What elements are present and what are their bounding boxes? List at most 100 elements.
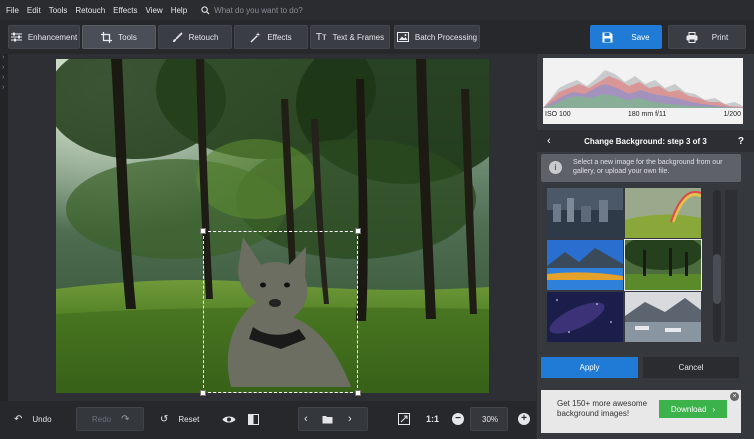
compare-icon <box>248 413 259 425</box>
lens-value: 180 mm f/11 <box>627 111 667 118</box>
download-label: Download <box>670 404 707 414</box>
gallery-thumb-forest-selected[interactable] <box>624 239 702 291</box>
gallery-scrollbar-thumb[interactable] <box>713 254 721 304</box>
gallery-thumb-lake[interactable] <box>547 240 623 290</box>
promo-banner: Get 150+ more awesome background images!… <box>541 390 741 433</box>
redo-button[interactable]: Redo ↷ <box>92 407 130 431</box>
tab-enhancement[interactable]: Enhancement <box>8 25 80 49</box>
resize-handle[interactable] <box>200 228 206 234</box>
folder-icon <box>322 415 333 423</box>
left-collapse-strip[interactable]: › › › › <box>0 54 8 401</box>
actual-size-label: 1:1 <box>426 414 440 424</box>
printer-icon <box>686 31 698 43</box>
print-button[interactable]: Print <box>668 25 746 49</box>
tab-effects-label: Effects <box>267 32 292 42</box>
actual-size-button[interactable]: 1:1 <box>426 407 439 431</box>
tab-batch-processing-label: Batch Processing <box>414 32 478 42</box>
menu-edit[interactable]: Edit <box>27 6 41 15</box>
step-header: ‹ Change Background: step 3 of 3 ? <box>537 130 754 152</box>
undo-icon: ↶ <box>14 413 23 425</box>
menu-effects[interactable]: Effects <box>113 6 137 15</box>
tab-effects[interactable]: Effects <box>234 25 308 49</box>
next-image-button[interactable]: › <box>348 407 352 431</box>
preview-button[interactable] <box>222 407 236 431</box>
menu-retouch[interactable]: Retouch <box>75 6 105 15</box>
menu-tools[interactable]: Tools <box>49 6 68 15</box>
zoom-value: 30% <box>482 407 498 431</box>
undo-button[interactable]: ↶ Undo <box>14 407 52 431</box>
zoom-in-button[interactable]: + <box>518 407 530 431</box>
tab-enhancement-label: Enhancement <box>27 32 78 42</box>
chevron-right-icon: › <box>2 74 5 81</box>
tab-retouch[interactable]: Retouch <box>158 25 232 49</box>
apply-button[interactable]: Apply <box>541 357 638 378</box>
eye-icon <box>222 416 236 422</box>
tab-text-frames[interactable]: Tт Text & Frames <box>310 25 390 49</box>
bottom-bar: ↶ Undo Redo ↷ ↺ Reset ‹ › 1:1 − 30% + <box>0 401 536 439</box>
tab-text-frames-label: Text & Frames <box>332 32 385 42</box>
hint-box: i Select a new image for the background … <box>541 154 741 182</box>
chevron-right-icon: › <box>712 404 716 414</box>
gallery-thumb-city[interactable] <box>547 188 623 238</box>
search-icon <box>201 5 210 15</box>
chevron-right-icon: › <box>2 64 5 71</box>
minus-circle-icon: − <box>452 413 464 425</box>
redo-label: Redo <box>92 414 112 424</box>
promo-text: Get 150+ more awesome background images! <box>557 399 648 418</box>
exif-info: ISO 100 180 mm f/11 1/200 <box>545 111 741 118</box>
background-gallery <box>547 188 705 346</box>
chevron-right-icon: › <box>348 413 352 425</box>
menu-file[interactable]: File <box>6 6 19 15</box>
right-panel: ISO 100 180 mm f/11 1/200 ‹ Change Backg… <box>537 54 754 439</box>
save-label: Save <box>631 32 650 42</box>
selection-frame[interactable] <box>203 231 358 393</box>
shutter-value: 1/200 <box>723 111 741 118</box>
chevron-right-icon: › <box>2 54 5 61</box>
zoom-value-label: 30% <box>482 414 499 424</box>
main-toolbar: Enhancement Tools Retouch Effects Tт Tex… <box>0 20 754 54</box>
resize-handle[interactable] <box>200 390 206 396</box>
reset-button[interactable]: ↺ Reset <box>160 407 199 431</box>
open-folder-button[interactable] <box>322 407 333 431</box>
search-placeholder: What do you want to do? <box>214 5 303 15</box>
previous-image-button[interactable]: ‹ <box>304 407 308 431</box>
zoom-out-button[interactable]: − <box>452 407 464 431</box>
resize-handle[interactable] <box>355 228 361 234</box>
help-button[interactable]: ? <box>738 136 744 147</box>
tab-tools-label: Tools <box>118 32 137 42</box>
save-button[interactable]: Save <box>590 25 662 49</box>
cancel-button[interactable]: Cancel <box>643 357 739 378</box>
gallery-thumb-harbor[interactable] <box>625 292 701 342</box>
chevron-left-icon: ‹ <box>304 413 308 425</box>
plus-circle-icon: + <box>518 413 530 425</box>
download-button[interactable]: Download › <box>659 400 727 418</box>
step-title: Change Background: step 3 of 3 <box>584 136 707 146</box>
tab-batch-processing[interactable]: Batch Processing <box>394 25 480 49</box>
info-icon: i <box>549 161 562 174</box>
crop-icon <box>101 31 113 43</box>
tab-tools[interactable]: Tools <box>82 25 156 49</box>
close-icon[interactable]: × <box>730 392 739 401</box>
images-icon <box>396 32 409 42</box>
menu-view[interactable]: View <box>145 6 162 15</box>
print-label: Print <box>711 32 729 42</box>
fit-to-screen-button[interactable] <box>398 407 410 431</box>
navigation-group <box>298 407 368 431</box>
resize-handle[interactable] <box>355 390 361 396</box>
menu-help[interactable]: Help <box>171 6 187 15</box>
gallery-thumb-night-sky[interactable] <box>547 292 623 342</box>
compare-button[interactable] <box>248 407 259 431</box>
brush-icon <box>172 31 183 42</box>
gallery-thumb-rainbow[interactable] <box>625 188 701 238</box>
iso-value: ISO 100 <box>545 111 571 118</box>
hint-text: Select a new image for the background fr… <box>573 159 723 175</box>
redo-icon: ↷ <box>121 413 130 425</box>
expand-icon <box>398 413 410 425</box>
sliders-icon <box>10 32 22 42</box>
undo-label: Undo <box>32 414 52 424</box>
menu-search[interactable]: What do you want to do? <box>201 6 303 15</box>
menu-bar: File Edit Tools Retouch Effects View Hel… <box>0 0 754 20</box>
reset-icon: ↺ <box>160 413 169 425</box>
chevron-right-icon: › <box>2 84 5 91</box>
magic-wand-icon <box>250 31 261 43</box>
